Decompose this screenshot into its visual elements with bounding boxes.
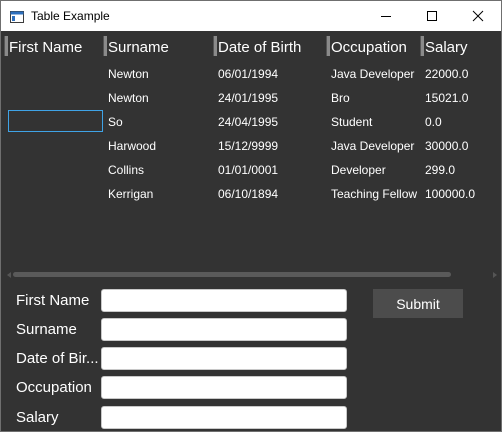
- cell-date-of-birth[interactable]: 24/04/1995: [218, 110, 324, 134]
- table-row[interactable]: Kerrigan 06/10/1894 Teaching Fellow 1000…: [4, 182, 498, 206]
- cell-salary[interactable]: 22000.0: [425, 62, 497, 86]
- date-of-birth-field[interactable]: [101, 347, 347, 370]
- cell-occupation[interactable]: Java Developer: [331, 134, 419, 158]
- horizontal-scrollbar[interactable]: [7, 271, 497, 279]
- cell-occupation[interactable]: Developer: [331, 158, 419, 182]
- window-app-icon: [10, 10, 24, 23]
- cell-salary[interactable]: 100000.0: [425, 182, 497, 206]
- cell-first-name[interactable]: [9, 182, 101, 206]
- cell-salary[interactable]: 30000.0: [425, 134, 497, 158]
- submit-button[interactable]: Submit: [373, 289, 463, 318]
- first-name-label: First Name: [16, 292, 90, 309]
- cell-salary[interactable]: 299.0: [425, 158, 497, 182]
- cell-occupation[interactable]: Teaching Fellow: [331, 182, 419, 206]
- maximize-button[interactable]: [409, 1, 455, 31]
- cell-surname[interactable]: Collins: [108, 158, 212, 182]
- cell-occupation[interactable]: Java Developer: [331, 62, 419, 86]
- cell-surname[interactable]: Harwood: [108, 134, 212, 158]
- cell-occupation[interactable]: Student: [331, 110, 419, 134]
- cell-first-name[interactable]: [9, 62, 101, 86]
- cell-surname[interactable]: So: [108, 110, 212, 134]
- people-table[interactable]: First Name Surname Date of Birth Occupat…: [4, 31, 498, 281]
- cell-date-of-birth[interactable]: 01/01/0001: [218, 158, 324, 182]
- cell-surname[interactable]: Newton: [108, 86, 212, 110]
- column-header-surname[interactable]: Surname: [105, 35, 213, 61]
- table-row[interactable]: Newton 06/01/1994 Java Developer 22000.0: [4, 62, 498, 86]
- window-title: Table Example: [31, 9, 110, 23]
- cell-occupation[interactable]: Bro: [331, 86, 419, 110]
- cell-date-of-birth[interactable]: 15/12/9999: [218, 134, 324, 158]
- cell-salary[interactable]: 0.0: [425, 110, 497, 134]
- occupation-field[interactable]: [101, 376, 347, 399]
- cell-first-name[interactable]: [9, 110, 101, 134]
- cell-surname[interactable]: Newton: [108, 62, 212, 86]
- date-of-birth-label: Date of Bir...: [16, 350, 99, 367]
- title-bar[interactable]: Table Example: [1, 1, 501, 31]
- surname-field[interactable]: [101, 318, 347, 341]
- column-header-date-of-birth[interactable]: Date of Birth: [215, 35, 328, 61]
- cell-first-name[interactable]: [9, 158, 101, 182]
- table-row[interactable]: Collins 01/01/0001 Developer 299.0: [4, 158, 498, 182]
- salary-label: Salary: [16, 409, 59, 426]
- cell-date-of-birth[interactable]: 06/01/1994: [218, 62, 324, 86]
- close-button[interactable]: [455, 1, 501, 31]
- table-row[interactable]: Newton 24/01/1995 Bro 15021.0: [4, 86, 498, 110]
- minimize-button[interactable]: [363, 1, 409, 31]
- scroll-right-arrow-icon[interactable]: [493, 272, 497, 278]
- app-window: Table Example First Name Surname Date of…: [0, 0, 502, 432]
- cell-first-name[interactable]: [9, 134, 101, 158]
- window-content: First Name Surname Date of Birth Occupat…: [1, 31, 501, 431]
- first-name-field[interactable]: [101, 289, 347, 312]
- scroll-left-arrow-icon[interactable]: [7, 272, 11, 278]
- cell-date-of-birth[interactable]: 06/10/1894: [218, 182, 324, 206]
- column-header-salary[interactable]: Salary: [422, 35, 501, 61]
- cell-surname[interactable]: Kerrigan: [108, 182, 212, 206]
- salary-field[interactable]: [101, 406, 347, 429]
- cell-date-of-birth[interactable]: 24/01/1995: [218, 86, 324, 110]
- cell-first-name[interactable]: [9, 86, 101, 110]
- column-header-first-name[interactable]: First Name: [6, 35, 103, 61]
- occupation-label: Occupation: [16, 379, 92, 396]
- cell-salary[interactable]: 15021.0: [425, 86, 497, 110]
- table-row[interactable]: So 24/04/1995 Student 0.0: [4, 110, 498, 134]
- table-row[interactable]: Harwood 15/12/9999 Java Developer 30000.…: [4, 134, 498, 158]
- column-header-occupation[interactable]: Occupation: [328, 35, 421, 61]
- scrollbar-thumb[interactable]: [13, 272, 451, 277]
- surname-label: Surname: [16, 321, 77, 338]
